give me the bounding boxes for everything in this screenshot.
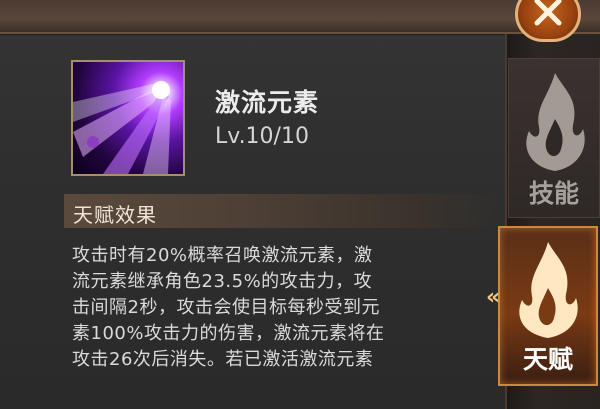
talent-effect-title: 天赋效果 — [73, 203, 157, 227]
skill-icon — [71, 60, 185, 176]
tab-talent[interactable]: 天赋 — [498, 226, 598, 386]
skill-name: 激流元素 — [215, 88, 320, 117]
flame-icon — [526, 73, 585, 171]
tab-skill-label: 技能 — [528, 179, 579, 208]
description-line: 击间隔2秒，攻击会使目标每秒受到元 — [72, 297, 380, 318]
close-icon — [534, 0, 562, 26]
skill-level: Lv.10/10 — [215, 124, 309, 149]
top-frame — [0, 0, 600, 35]
tab-talent-label: 天赋 — [522, 345, 573, 374]
description-line: 素100%攻击力的伤害，激流元素将在 — [72, 323, 385, 344]
description-line: 攻击时有20%概率召唤激流元素，激 — [72, 245, 373, 266]
flame-icon — [519, 242, 578, 338]
chevron-left-icon: « — [486, 285, 501, 310]
description-line: 攻击26次后消失。若已激活激流元素 — [72, 349, 374, 370]
talent-description: 攻击时有20%概率召唤激流元素，激 流元素继承角色23.5%的攻击力，攻 击间隔… — [72, 243, 502, 373]
description-line: 流元素继承角色23.5%的攻击力，攻 — [72, 271, 373, 292]
tab-skill[interactable]: 技能 — [508, 58, 600, 218]
